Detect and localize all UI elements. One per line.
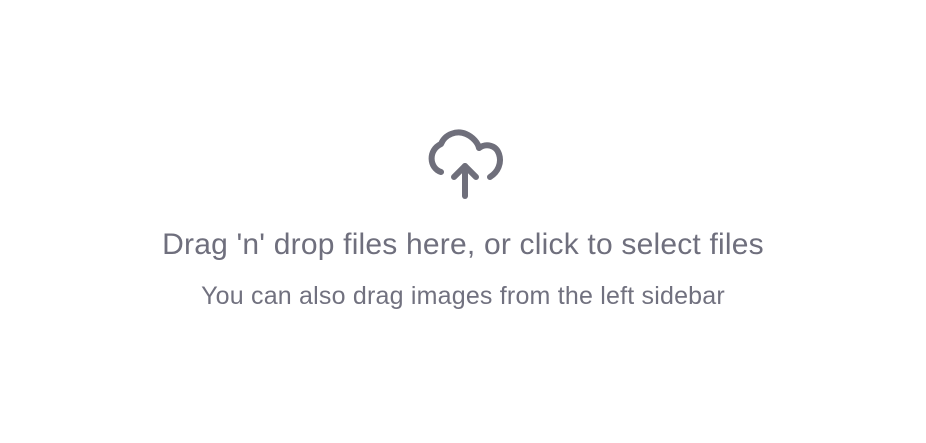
dropzone-primary-text: Drag 'n' drop files here, or click to se… bbox=[162, 228, 764, 261]
cloud-upload-icon bbox=[426, 128, 506, 202]
file-dropzone[interactable]: Drag 'n' drop files here, or click to se… bbox=[0, 0, 926, 443]
dropzone-secondary-text: You can also drag images from the left s… bbox=[201, 282, 725, 310]
